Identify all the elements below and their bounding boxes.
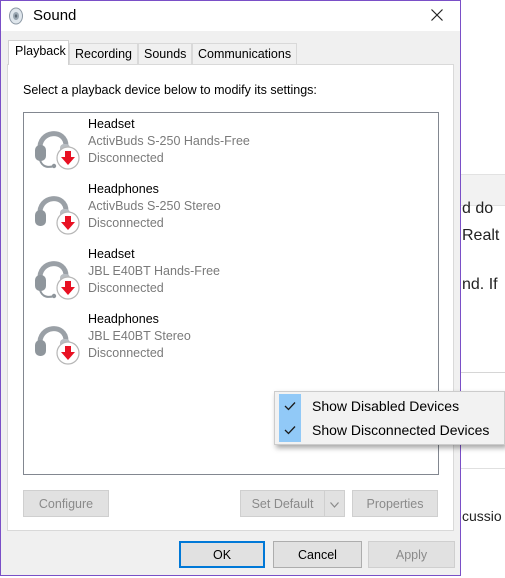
close-button[interactable]: [414, 1, 460, 31]
menu-item-show-disconnected-devices[interactable]: Show Disconnected Devices: [277, 418, 504, 442]
tab-sounds[interactable]: Sounds: [138, 43, 192, 64]
menu-item-show-disabled-devices[interactable]: Show Disabled Devices: [277, 394, 504, 418]
device-description: ActivBuds S-250 Stereo: [88, 199, 221, 213]
close-icon: [431, 8, 443, 24]
speaker-app-icon: [8, 7, 24, 25]
device-description: ActivBuds S-250 Hands-Free: [88, 134, 250, 148]
ok-button[interactable]: OK: [179, 541, 265, 568]
title-bar[interactable]: Sound: [1, 1, 460, 31]
device-item[interactable]: Headphones ActivBuds S-250 Stereo Discon…: [24, 181, 424, 241]
chevron-down-icon: [330, 497, 339, 511]
cancel-button[interactable]: Cancel: [273, 541, 362, 568]
device-status: Disconnected: [88, 346, 164, 360]
headset-disconnected-icon: [32, 250, 80, 302]
device-status: Disconnected: [88, 151, 164, 165]
sound-dialog: Sound Playback Recording Sounds Communic…: [0, 0, 461, 576]
apply-button[interactable]: Apply: [368, 541, 455, 568]
device-status: Disconnected: [88, 216, 164, 230]
set-default-dropdown-button[interactable]: [324, 490, 345, 517]
background-text-fragment: d do: [462, 200, 494, 217]
checkmark-icon: [279, 394, 301, 418]
device-name: Headset: [88, 117, 135, 131]
headset-disconnected-icon: [32, 120, 80, 172]
device-name: Headphones: [88, 312, 159, 326]
device-item[interactable]: Headset JBL E40BT Hands-Free Disconnecte…: [24, 246, 424, 306]
device-status: Disconnected: [88, 281, 164, 295]
background-divider: [460, 372, 505, 373]
headphones-disconnected-icon: [32, 315, 80, 367]
device-description: JBL E40BT Stereo: [88, 329, 191, 343]
background-document: d do Realt nd. If cussio: [460, 0, 505, 578]
device-item[interactable]: Headphones JBL E40BT Stereo Disconnected: [24, 311, 424, 371]
checkmark-icon: [279, 418, 301, 442]
playback-panel: Select a playback device below to modify…: [7, 64, 454, 531]
tab-recording[interactable]: Recording: [69, 43, 138, 64]
menu-item-label: Show Disconnected Devices: [312, 422, 490, 438]
background-divider: [460, 468, 505, 469]
configure-button[interactable]: Configure: [23, 490, 109, 517]
device-name: Headphones: [88, 182, 159, 196]
background-text-fragment: nd. If: [462, 276, 498, 293]
background-text-fragment: Realt: [462, 227, 500, 244]
menu-item-label: Show Disabled Devices: [312, 398, 460, 414]
tab-playback[interactable]: Playback: [8, 40, 69, 65]
tab-communications[interactable]: Communications: [192, 43, 297, 64]
device-item[interactable]: Headset ActivBuds S-250 Hands-Free Disco…: [24, 116, 424, 176]
window-title: Sound: [33, 7, 77, 24]
properties-button[interactable]: Properties: [352, 490, 438, 517]
headphones-disconnected-icon: [32, 185, 80, 237]
device-name: Headset: [88, 247, 135, 261]
device-list-context-menu: Show Disabled Devices Show Disconnected …: [274, 391, 505, 445]
set-default-button[interactable]: Set Default: [240, 490, 325, 517]
background-text-fragment: cussio: [462, 508, 502, 524]
instruction-text: Select a playback device below to modify…: [23, 83, 317, 97]
device-description: JBL E40BT Hands-Free: [88, 264, 221, 278]
